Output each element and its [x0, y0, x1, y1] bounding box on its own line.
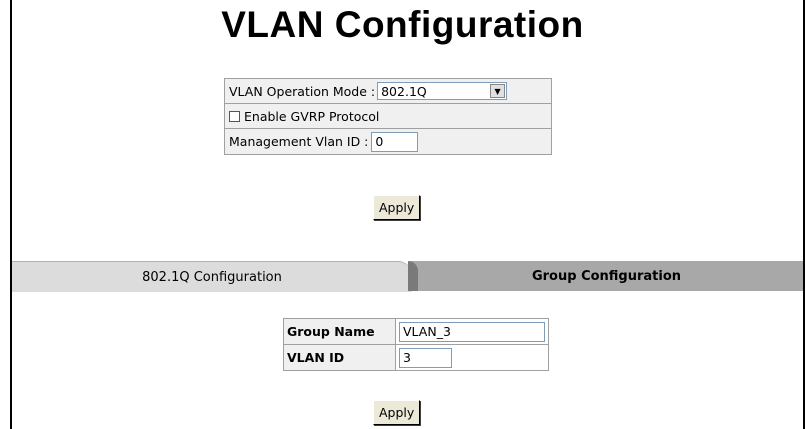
apply-button[interactable]: Apply	[373, 195, 421, 220]
group-name-input[interactable]	[399, 321, 545, 342]
vlan-id-input[interactable]	[399, 347, 452, 368]
gvrp-checkbox[interactable]	[229, 110, 240, 122]
mgmt-vlan-input[interactable]	[371, 131, 419, 152]
group-form: Group Name VLAN ID	[283, 318, 549, 371]
group-name-label: Group Name	[283, 318, 396, 345]
gvrp-row: Enable GVRP Protocol	[225, 104, 551, 129]
vlan-id-row: VLAN ID	[283, 344, 549, 371]
group-name-row: Group Name	[283, 318, 549, 345]
group-apply-button[interactable]: Apply	[373, 400, 421, 425]
mode-row: VLAN Operation Mode : 802.1Q ▼	[225, 79, 551, 104]
chevron-down-icon[interactable]: ▼	[490, 84, 506, 98]
tab-8021q-configuration[interactable]: 802.1Q Configuration	[12, 261, 412, 292]
tab-group-configuration[interactable]: Group Configuration	[408, 261, 803, 291]
vlan-id-cell	[395, 344, 549, 371]
config-tabs: 802.1Q Configuration Group Configuration	[12, 261, 803, 292]
mgmt-vlan-row: Management Vlan ID :	[225, 129, 551, 154]
vlan-settings-panel: VLAN Operation Mode : 802.1Q ▼ Enable GV…	[224, 78, 552, 155]
vlan-mode-select[interactable]: 802.1Q ▼	[377, 82, 508, 100]
mgmt-vlan-label: Management Vlan ID :	[229, 134, 369, 149]
mode-label: VLAN Operation Mode :	[229, 83, 376, 99]
group-name-cell	[395, 318, 549, 345]
vlan-mode-value: 802.1Q	[381, 83, 427, 99]
tab-group-label: Group Configuration	[531, 268, 682, 284]
vlan-id-label: VLAN ID	[283, 344, 396, 371]
gvrp-label: Enable GVRP Protocol	[244, 108, 380, 124]
page-title: VLAN Configuration	[221, 4, 584, 45]
